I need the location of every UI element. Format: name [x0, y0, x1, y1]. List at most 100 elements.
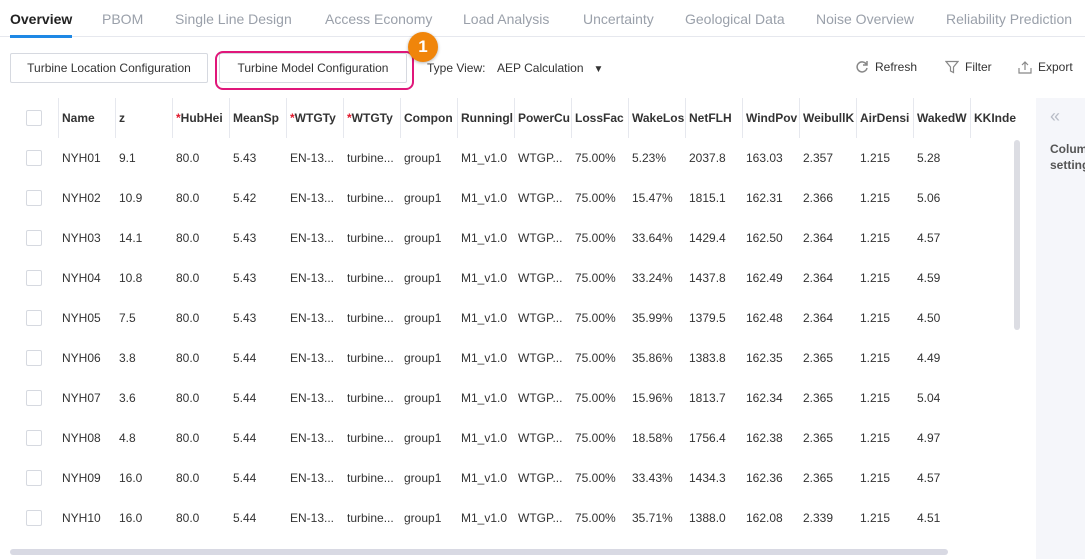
table-cell: 4.97 — [917, 431, 941, 445]
table-row[interactable]: NYH07 3.6 80.0 5.44 EN-13... turbine... group1… — [10, 378, 1020, 418]
tab-noise-overview[interactable]: Noise Overview — [816, 11, 914, 27]
column-header[interactable]: Compon — [400, 98, 457, 138]
table-cell: NYH06 — [62, 351, 101, 365]
row-checkbox[interactable] — [26, 190, 42, 206]
table-header: Name z *HubHei MeanSp *WTGTy *WTGTy Compon Runn… — [10, 98, 1020, 138]
collapse-chevron-icon[interactable]: « — [1050, 106, 1060, 127]
row-checkbox[interactable] — [26, 310, 42, 326]
tab-reliability-prediction[interactable]: Reliability Prediction — [946, 11, 1072, 27]
tab-uncertainty[interactable]: Uncertainty — [583, 11, 654, 27]
column-header[interactable]: MeanSp — [229, 98, 286, 138]
table-cell: 33.64% — [632, 231, 673, 245]
table-cell: EN-13... — [290, 511, 335, 525]
row-checkbox[interactable] — [26, 510, 42, 526]
column-header[interactable]: WeibullK — [799, 98, 856, 138]
table-cell: 80.0 — [176, 391, 200, 405]
column-header[interactable]: *WTGTy — [286, 98, 343, 138]
column-header[interactable]: Name — [58, 98, 115, 138]
turbine-location-configuration-button[interactable]: Turbine Location Configuration — [10, 53, 208, 83]
column-header[interactable]: *HubHei — [172, 98, 229, 138]
table-cell: 80.0 — [176, 471, 200, 485]
column-header-label: WTGTy — [294, 111, 336, 125]
table-cell: 75.00% — [575, 231, 616, 245]
table-cell: 80.0 — [176, 271, 200, 285]
type-view-select[interactable]: AEP Calculation ▼ — [497, 61, 603, 75]
column-header[interactable]: *WTGTy — [343, 98, 400, 138]
column-header[interactable]: LossFac — [571, 98, 628, 138]
tab-access-economy[interactable]: Access Economy — [325, 11, 432, 27]
table-cell — [974, 498, 1025, 538]
column-header-label: WTGTy — [351, 111, 393, 125]
table-cell: 1.215 — [860, 191, 891, 205]
row-checkbox[interactable] — [26, 270, 42, 286]
table-cell: group1 — [404, 191, 442, 205]
table-row[interactable]: NYH03 14.1 80.0 5.43 EN-13... turbine... group… — [10, 218, 1020, 258]
table-cell: group1 — [404, 471, 442, 485]
table-cell — [974, 458, 1025, 498]
table-cell: WTGP... — [518, 351, 563, 365]
row-checkbox[interactable] — [26, 430, 42, 446]
table-cell: 15.47% — [632, 191, 673, 205]
highlight-box — [215, 51, 414, 90]
table-cell: 75.00% — [575, 471, 616, 485]
refresh-label: Refresh — [875, 60, 918, 74]
tab-overview[interactable]: Overview — [10, 11, 73, 38]
table-cell: NYH09 — [62, 471, 101, 485]
row-checkbox[interactable] — [26, 390, 42, 406]
column-header[interactable]: NetFLH — [685, 98, 742, 138]
column-header-label: WeibullK — [803, 111, 855, 125]
refresh-button[interactable]: Refresh — [855, 60, 917, 74]
table-row[interactable]: NYH08 4.8 80.0 5.44 EN-13... turbine... group1… — [10, 418, 1020, 458]
table-cell: 5.43 — [233, 311, 257, 325]
table-cell: 3.8 — [119, 351, 136, 365]
column-header[interactable]: z — [115, 98, 172, 138]
table-cell: M1_v1.0 — [461, 431, 508, 445]
select-all-checkbox[interactable] — [26, 110, 42, 126]
row-checkbox[interactable] — [26, 470, 42, 486]
table-cell: 2.364 — [803, 311, 834, 325]
row-checkbox[interactable] — [26, 150, 42, 166]
column-header[interactable]: PowerCu — [514, 98, 571, 138]
table-row[interactable]: NYH02 10.9 80.0 5.42 EN-13... turbine... group… — [10, 178, 1020, 218]
horizontal-scrollbar[interactable] — [10, 549, 948, 555]
column-header[interactable]: Runningl — [457, 98, 514, 138]
table-row[interactable]: NYH01 9.1 80.0 5.43 EN-13... turbine... group1… — [10, 138, 1020, 178]
table-row[interactable]: NYH04 10.8 80.0 5.43 EN-13... turbine... group… — [10, 258, 1020, 298]
table-cell: 1379.5 — [689, 311, 726, 325]
table-row[interactable]: NYH06 3.8 80.0 5.44 EN-13... turbine... group1… — [10, 338, 1020, 378]
table-cell — [974, 378, 1025, 418]
table-row[interactable]: NYH10 16.0 80.0 5.44 EN-13... turbine... group… — [10, 498, 1020, 538]
column-header[interactable]: KKInde — [970, 98, 1025, 138]
table-cell: 5.43 — [233, 231, 257, 245]
table-cell: 80.0 — [176, 511, 200, 525]
table-cell: EN-13... — [290, 311, 335, 325]
filter-button[interactable]: Filter — [945, 60, 992, 74]
table-cell: 3.6 — [119, 391, 136, 405]
table-row[interactable]: NYH05 7.5 80.0 5.43 EN-13... turbine... group1… — [10, 298, 1020, 338]
column-header-label: HubHei — [180, 111, 223, 125]
table-cell: M1_v1.0 — [461, 311, 508, 325]
column-header[interactable]: WindPov — [742, 98, 799, 138]
row-checkbox[interactable] — [26, 230, 42, 246]
table-cell: 2.365 — [803, 351, 834, 365]
table-cell: 75.00% — [575, 271, 616, 285]
row-checkbox[interactable] — [26, 350, 42, 366]
table-cell: WTGP... — [518, 151, 563, 165]
tab-geological-data[interactable]: Geological Data — [685, 11, 785, 27]
table-row[interactable]: NYH09 16.0 80.0 5.44 EN-13... turbine... group… — [10, 458, 1020, 498]
table-cell: 1383.8 — [689, 351, 726, 365]
table-cell: EN-13... — [290, 191, 335, 205]
tab-load-analysis[interactable]: Load Analysis — [463, 11, 549, 27]
column-settings-label[interactable]: Column settings — [1050, 141, 1085, 173]
column-header[interactable]: WakeLos — [628, 98, 685, 138]
column-header[interactable]: WakedW — [913, 98, 970, 138]
tab-pbom[interactable]: PBOM — [102, 11, 143, 27]
tab-single-line-design[interactable]: Single Line Design — [175, 11, 292, 27]
table-cell: WTGP... — [518, 191, 563, 205]
column-header[interactable]: AirDensi — [856, 98, 913, 138]
export-button[interactable]: Export — [1018, 60, 1073, 74]
table-cell: group1 — [404, 351, 442, 365]
vertical-scrollbar[interactable] — [1014, 140, 1020, 330]
table-cell: EN-13... — [290, 271, 335, 285]
table-cell: 16.0 — [119, 471, 143, 485]
